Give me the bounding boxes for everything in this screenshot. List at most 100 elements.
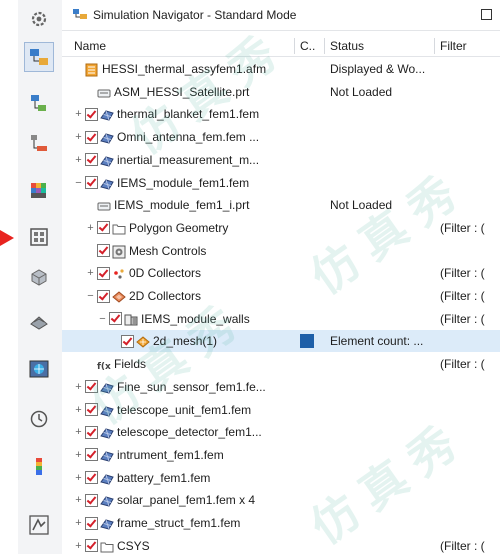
tree-item-label: telescope_unit_fem1.fem: [117, 402, 252, 417]
tree-row-fields[interactable]: f(x)Fields (Filter : (: [62, 353, 500, 375]
visibility-checkbox[interactable]: [85, 153, 98, 167]
tool-process-studio[interactable]: [24, 510, 54, 540]
panel-title: Simulation Navigator - Standard Mode: [93, 8, 297, 22]
tool-reuse-library[interactable]: [24, 306, 54, 336]
status-cell: [330, 149, 434, 171]
status-cell: [330, 285, 434, 307]
expand-toggle[interactable]: −: [86, 285, 95, 307]
column-status[interactable]: Status: [330, 39, 364, 53]
column-filter[interactable]: Filter: [440, 39, 467, 53]
tree-row-intrument[interactable]: + intrument_fem1.fem: [62, 444, 500, 466]
expand-toggle[interactable]: +: [74, 444, 83, 466]
expand-toggle[interactable]: +: [74, 103, 83, 125]
visibility-checkbox[interactable]: [85, 471, 98, 485]
visibility-checkbox[interactable]: [85, 448, 98, 462]
tree-row-omni-antenna[interactable]: + Omni_antenna_fem.fem ...: [62, 126, 500, 148]
tool-history-clock[interactable]: [24, 404, 54, 434]
tree-row-telescope-detector[interactable]: + telescope_detector_fem1...: [62, 421, 500, 443]
tree-row-fine-sun-sensor[interactable]: + Fine_sun_sensor_fem1.fe...: [62, 376, 500, 398]
tree-row-mesh-controls[interactable]: Mesh Controls: [62, 240, 500, 262]
visibility-checkbox[interactable]: [85, 539, 98, 553]
visibility-checkbox[interactable]: [121, 334, 134, 348]
tree-row-solar-panel[interactable]: + solar_panel_fem1.fem x 4: [62, 489, 500, 511]
tree-row-inertial[interactable]: + inertial_measurement_m...: [62, 149, 500, 171]
mesh-controls-icon: [112, 244, 126, 259]
tree-row-polygon-geometry[interactable]: + Polygon Geometry (Filter : (: [62, 217, 500, 239]
status-cell: Not Loaded: [330, 84, 393, 99]
tool-assembly-navigator[interactable]: [24, 128, 54, 158]
expand-toggle[interactable]: −: [74, 172, 83, 194]
expand-toggle[interactable]: +: [86, 262, 95, 284]
visibility-checkbox[interactable]: [109, 312, 122, 326]
assembly-fem-icon: [85, 62, 99, 77]
tool-web-browser[interactable]: [24, 354, 54, 384]
tool-layout-grid[interactable]: [24, 222, 54, 252]
maximize-button[interactable]: [481, 9, 492, 20]
mesh-collector-icon: [124, 312, 138, 326]
tree-row-iems-prt[interactable]: IEMS_module_fem1_i.prt Not Loaded: [62, 194, 500, 216]
tree-row-csys[interactable]: + CSYS (Filter : (: [62, 535, 500, 557]
tree-row-thermal-blanket[interactable]: + thermal_blanket_fem1.fem: [62, 103, 500, 125]
status-cell: [330, 512, 434, 534]
expand-toggle[interactable]: +: [74, 376, 83, 398]
expand-toggle[interactable]: +: [74, 421, 83, 443]
tree-row-telescope-unit[interactable]: + telescope_unit_fem1.fem: [62, 399, 500, 421]
expand-toggle[interactable]: +: [86, 217, 95, 239]
tree-row-2d-mesh[interactable]: 2d_mesh(1) Element count: ...: [62, 330, 500, 353]
color-swatch[interactable]: [300, 334, 314, 349]
status-cell: [330, 376, 434, 398]
visibility-checkbox[interactable]: [97, 266, 110, 280]
expand-toggle[interactable]: +: [74, 467, 83, 489]
history-clock-icon: [30, 410, 48, 428]
tool-post-processing[interactable]: [24, 452, 54, 482]
visibility-checkbox[interactable]: [85, 493, 98, 507]
tree-item-label: Polygon Geometry: [129, 220, 229, 235]
filter-cell: (Filter : (: [440, 220, 485, 235]
expand-toggle[interactable]: +: [74, 512, 83, 534]
filter-cell: [440, 376, 500, 398]
visibility-checkbox[interactable]: [97, 244, 110, 258]
visibility-checkbox[interactable]: [97, 221, 110, 235]
tool-part-3d[interactable]: [24, 262, 54, 292]
color-palette-icon: [31, 183, 46, 198]
tree-row-iems-module[interactable]: − IEMS_module_fem1.fem: [62, 172, 500, 194]
expand-toggle[interactable]: +: [74, 126, 83, 148]
process-studio-icon: [29, 515, 49, 535]
expand-toggle[interactable]: +: [74, 149, 83, 171]
tool-gear[interactable]: [24, 4, 54, 34]
fem-icon: [100, 176, 114, 190]
expand-toggle[interactable]: +: [74, 399, 83, 421]
expand-toggle[interactable]: +: [74, 489, 83, 511]
visibility-checkbox[interactable]: [85, 425, 98, 439]
visibility-checkbox[interactable]: [85, 516, 98, 530]
visibility-checkbox[interactable]: [97, 289, 110, 303]
visibility-checkbox[interactable]: [85, 107, 98, 121]
tree-item-label: telescope_detector_fem1...: [117, 425, 262, 440]
status-cell: [330, 240, 434, 262]
visibility-checkbox[interactable]: [85, 403, 98, 416]
column-c[interactable]: C..: [300, 39, 315, 53]
tree-row-iems-walls[interactable]: − IEMS_module_walls (Filter : (: [62, 308, 500, 330]
column-name[interactable]: Name: [74, 39, 106, 53]
fem-icon: [100, 403, 114, 417]
tool-simulation-navigator[interactable]: [24, 42, 54, 72]
visibility-checkbox[interactable]: [85, 176, 98, 189]
tree-row-battery[interactable]: + battery_fem1.fem: [62, 467, 500, 489]
fem-icon: [100, 130, 114, 144]
visibility-checkbox[interactable]: [85, 380, 98, 394]
visibility-checkbox[interactable]: [85, 130, 98, 144]
tree-row-2d-collectors[interactable]: − 2D Collectors (Filter : (: [62, 285, 500, 307]
tree-row-frame-struct[interactable]: + frame_struct_fem1.fem: [62, 512, 500, 534]
tool-color-palette[interactable]: [24, 176, 54, 206]
tree-row-0d-collectors[interactable]: +0D Collectors (Filter : (: [62, 262, 500, 284]
tree-row-afm[interactable]: HESSI_thermal_assyfem1.afm Displayed & Wo…: [62, 58, 500, 80]
tool-simulation-file-view[interactable]: [24, 88, 54, 118]
expand-toggle[interactable]: −: [98, 308, 107, 330]
status-cell: [330, 399, 434, 421]
2d-mesh-icon: [136, 334, 150, 349]
filter-cell: [440, 399, 500, 421]
expand-toggle[interactable]: +: [74, 535, 83, 557]
tree-row-asm-prt[interactable]: ASM_HESSI_Satellite.prt Not Loaded: [62, 81, 500, 103]
filter-cell: (Filter : (: [440, 357, 485, 372]
filter-cell: [440, 330, 500, 352]
